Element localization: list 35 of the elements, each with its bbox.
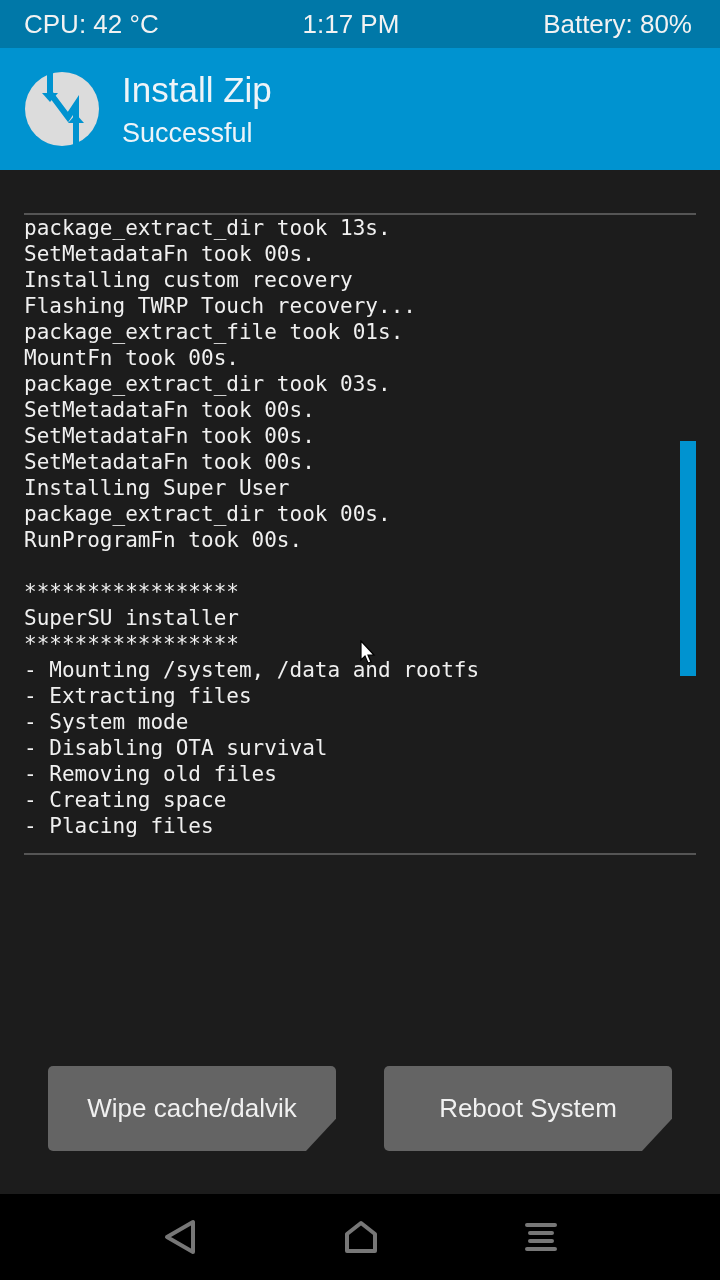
log-line: - Creating space [24,787,227,813]
log-line: package_extract_dir took 03s. [24,371,391,397]
battery-level: Battery: 80% [543,8,692,40]
log-line: package_extract_file took 01s. [24,319,404,345]
log-line: - Removing old files [24,761,277,787]
log-line: Installing Super User [24,475,290,501]
log-line: - System mode [24,709,189,735]
log-line: SetMetadataFn took 00s. [24,449,315,475]
log-line: package_extract_dir took 13s. [24,215,391,241]
log-line: RunProgramFn took 00s. [24,527,303,553]
log-line: ***************** [24,579,239,605]
log-line: - Disabling OTA survival [24,735,328,761]
log-line: SetMetadataFn took 00s. [24,423,315,449]
screen-title: Install Zip [122,69,272,110]
log-line: - Extracting files [24,683,252,709]
home-icon[interactable] [344,1220,378,1254]
scrollbar[interactable] [680,441,696,676]
log-line: SetMetadataFn took 00s. [24,241,315,267]
log-line: MountFn took 00s. [24,345,239,371]
log-line: Installing custom recovery [24,267,353,293]
log-line: Flashing TWRP Touch recovery... [24,293,416,319]
menu-icon[interactable] [524,1222,557,1252]
status-subtitle: Successful [122,117,254,149]
logo-icon [24,71,100,147]
cpu-temperature: CPU: 42 °C [24,8,159,40]
log-line: SuperSU installer [24,605,239,631]
log-line: ***************** [24,631,239,657]
clock: 1:17 PM [302,8,400,40]
log-line: package_extract_dir took 00s. [24,501,391,527]
log-line: - Mounting /system, /data and rootfs [24,657,480,683]
action-button[interactable]: Reboot System [384,1066,672,1151]
action-button[interactable]: Wipe cache/dalvik [48,1066,336,1151]
log-line: - Placing files [24,813,214,839]
back-icon[interactable] [163,1219,198,1255]
log-line: SetMetadataFn took 00s. [24,397,315,423]
